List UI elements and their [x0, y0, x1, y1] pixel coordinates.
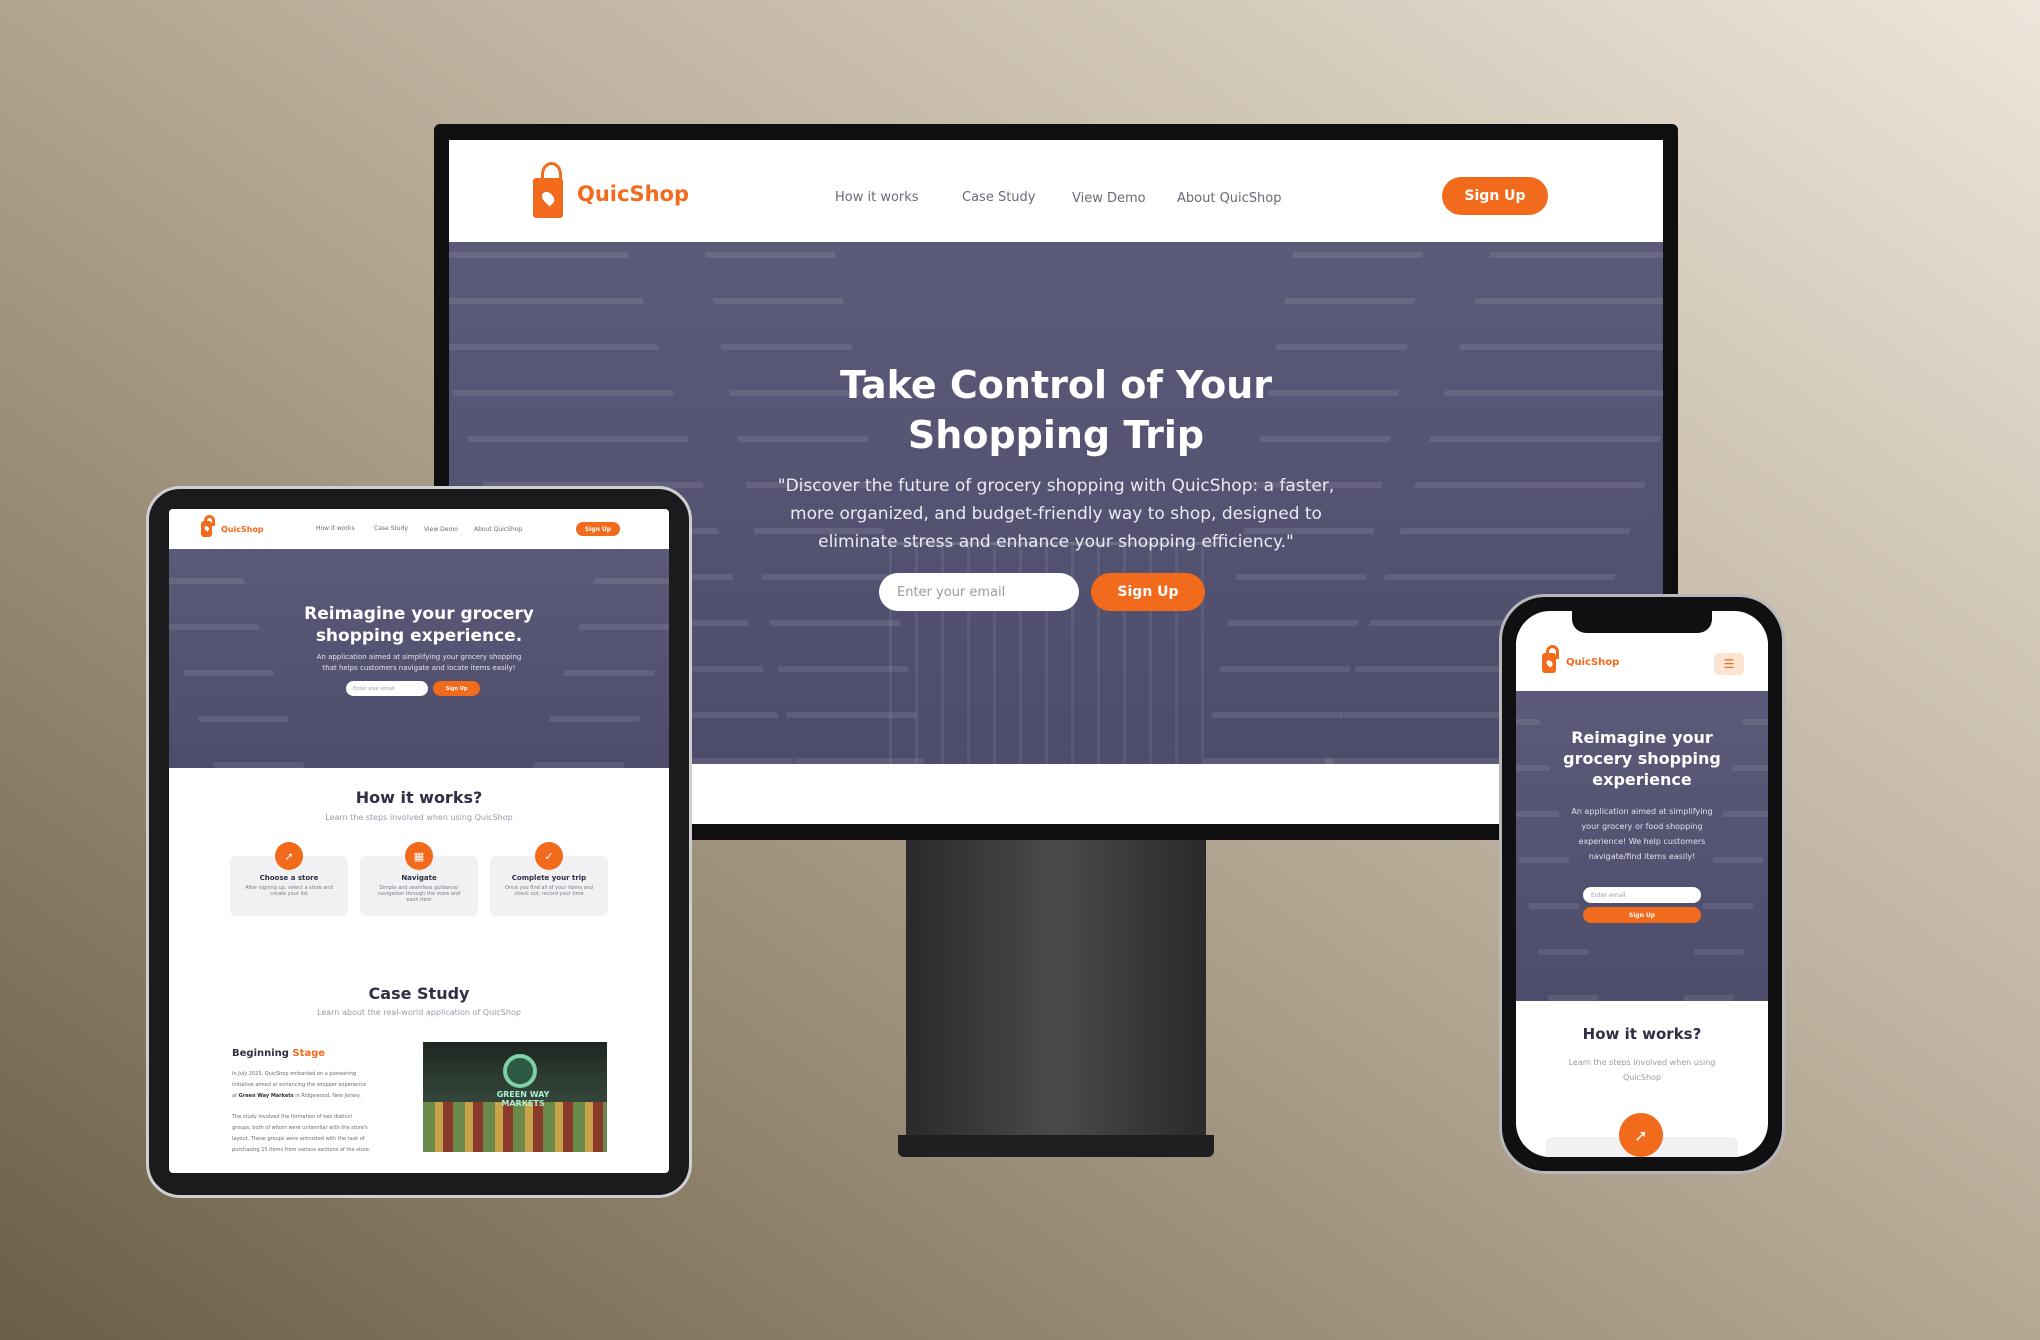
shopping-bag-pin-icon [1542, 645, 1559, 673]
section-subtitle: Learn the steps involved when using Quic… [325, 813, 513, 822]
hero-title: Reimagine your grocery shopping experien… [304, 604, 534, 646]
tablet-device: QuicShop How it works Case Study View De… [146, 486, 692, 1198]
tablet-hero: Reimagine your grocery shopping experien… [169, 549, 669, 768]
nav-case-study[interactable]: Case Study [374, 525, 408, 532]
hero-email-input[interactable]: Enter your email [879, 573, 1079, 611]
step-card-choose-store: ➚ Choose a store After signing up, selec… [230, 842, 348, 916]
section-subtitle: Learn the steps involved when using Quic… [1568, 1058, 1716, 1082]
shopping-bag-pin-icon [201, 514, 216, 537]
brand-name: QuicShop [221, 525, 264, 534]
step-card-navigate: ▦ Navigate Simple and seamless guidance/… [360, 842, 478, 916]
store-sign: GREEN WAY MARKETS [496, 1090, 550, 1108]
brand-name: QuicShop [1566, 657, 1620, 668]
section-title: How it works? [1582, 1025, 1702, 1043]
store-photo: GREEN WAY MARKETS [423, 1042, 607, 1152]
brand-logo[interactable]: QuicShop [529, 162, 689, 222]
monitor-stand [906, 835, 1206, 1155]
case-heading: Beginning Stage [232, 1048, 326, 1059]
section-subtitle: Learn about the real-world application o… [317, 1008, 521, 1017]
hero-email-input[interactable]: Enter email [1583, 887, 1701, 903]
shopping-bag-pin-icon [533, 162, 563, 218]
hero-description: An application aimed at simplifying your… [316, 653, 522, 672]
phone-screen: QuicShop ☰ Reimagine your grocery shoppi… [1516, 611, 1768, 1157]
green-way-logo [503, 1054, 537, 1088]
hero-description: An application aimed at simplifying your… [1571, 807, 1713, 861]
phone-how-section: How it works? Learn the steps involved w… [1516, 1001, 1768, 1157]
nav-view-demo[interactable]: View Demo [1072, 191, 1146, 206]
cursor-click-icon: ➚ [1619, 1113, 1663, 1157]
tablet-case-section: Case Study Learn about the real-world ap… [169, 968, 669, 1173]
cursor-click-icon: ➚ [275, 842, 303, 870]
phone-hero: Reimagine your grocery shopping experien… [1516, 691, 1768, 1001]
case-text: In July 2023, QuicShop embarked on a pio… [232, 1071, 371, 1153]
nav-how-it-works[interactable]: How it works [316, 525, 355, 532]
hero-title: Reimagine your grocery shopping experien… [1563, 728, 1721, 789]
phone-header: QuicShop ☰ [1516, 633, 1768, 691]
tablet-screen: QuicShop How it works Case Study View De… [169, 509, 669, 1173]
hamburger-menu-icon[interactable]: ☰ [1714, 653, 1744, 675]
tablet-how-section: How it works? Learn the steps involved w… [169, 768, 669, 968]
step-card-complete-trip: ✓ Complete your trip Once you find all o… [490, 842, 608, 916]
header-signup-button[interactable]: Sign Up [576, 522, 620, 536]
hero-signup-button[interactable]: Sign Up [433, 681, 480, 696]
nav-how-it-works[interactable]: How it works [835, 190, 919, 205]
section-title: How it works? [355, 788, 483, 807]
nav-view-demo[interactable]: View Demo [424, 526, 458, 533]
hero-signup-button[interactable]: Sign Up [1091, 573, 1205, 611]
hero-signup-button[interactable]: Sign Up [1583, 907, 1701, 923]
phone-device: QuicShop ☰ Reimagine your grocery shoppi… [1499, 594, 1785, 1174]
nav-about[interactable]: About QuicShop [474, 526, 522, 533]
tablet-header: QuicShop How it works Case Study View De… [169, 509, 669, 549]
phone-notch [1572, 611, 1712, 633]
nav-case-study[interactable]: Case Study [962, 190, 1035, 205]
desktop-header: QuicShop How it works Case Study View De… [449, 140, 1663, 242]
hero-title: Take Control of Your Shopping Trip [839, 363, 1273, 457]
hero-email-input[interactable]: Enter your email [346, 681, 428, 696]
section-title: Case Study [368, 984, 470, 1003]
brand-name: QuicShop [577, 182, 689, 206]
check-circle-icon: ✓ [535, 842, 563, 870]
header-signup-button[interactable]: Sign Up [1442, 177, 1548, 215]
nav-about[interactable]: About QuicShop [1177, 191, 1282, 206]
monitor-foot [898, 1135, 1214, 1157]
map-icon: ▦ [405, 842, 433, 870]
